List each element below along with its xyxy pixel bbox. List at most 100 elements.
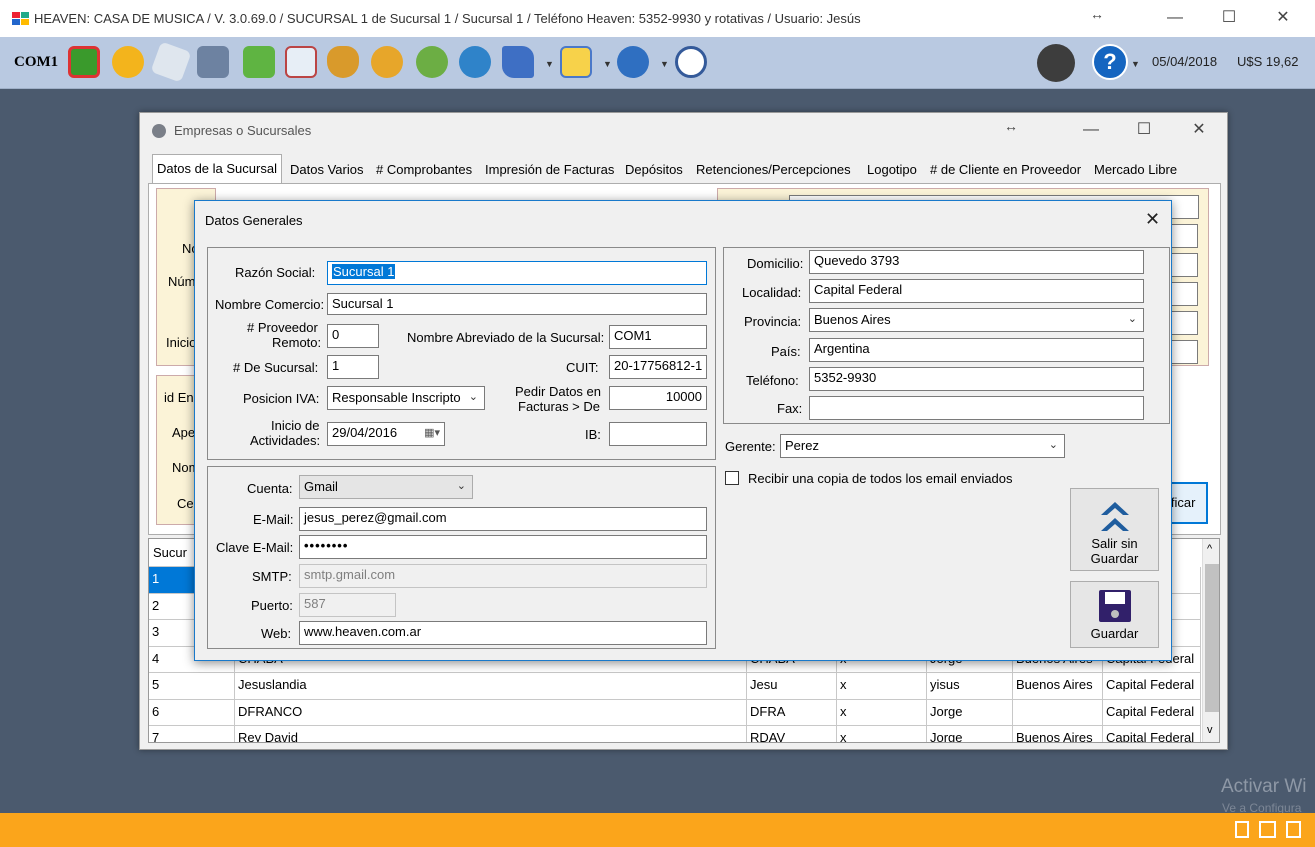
pedir-datos-input[interactable]: 10000 <box>609 386 707 410</box>
tab-depositos[interactable]: Depósitos <box>620 158 688 184</box>
vertical-scrollbar[interactable]: ^ v <box>1202 539 1219 742</box>
table-row[interactable]: 7 Rey David RDAV x Jorge Buenos Aires Capital … <box>149 726 1201 742</box>
chart-icon[interactable] <box>560 46 592 78</box>
inicio-actividades-datepicker[interactable]: 29/04/2016 ▦▾ <box>327 422 445 446</box>
minimize-button[interactable]: — <box>1160 8 1190 28</box>
calculator-icon[interactable] <box>197 46 229 78</box>
smtp-input[interactable]: smtp.gmail.com <box>299 564 707 588</box>
razon-social-input[interactable]: Sucursal 1 <box>327 261 707 285</box>
report-icon[interactable] <box>1235 821 1249 838</box>
scroll-down-icon[interactable]: v <box>1207 724 1213 736</box>
scroll-thumb[interactable] <box>1205 564 1219 712</box>
pais-input[interactable]: Argentina <box>809 338 1144 362</box>
tab-retenciones[interactable]: Retenciones/Percepciones <box>691 158 856 184</box>
copia-email-checkbox[interactable] <box>725 471 739 485</box>
dialog-title: Datos Generales <box>205 213 303 228</box>
gear-icon[interactable] <box>617 46 649 78</box>
scroll-up-icon[interactable]: ^ <box>1207 543 1212 555</box>
provincia-select[interactable]: Buenos Aires ⌄ <box>809 308 1144 332</box>
tab-datos-sucursal[interactable]: Datos de la Sucursal <box>152 154 282 184</box>
double-chevron-up-icon <box>1100 502 1129 531</box>
tab-cliente-proveedor[interactable]: # de Cliente en Proveedor <box>925 158 1086 184</box>
telefono-input[interactable]: 5352-9930 <box>809 367 1144 391</box>
inicio-actividades-label: Inicio de <box>271 418 320 433</box>
web-label: Web: <box>261 626 292 641</box>
tab-datos-varios[interactable]: Datos Varios <box>285 158 368 184</box>
resize-icon: ↔ <box>1090 6 1104 22</box>
table-cell-abbr: DFRA <box>747 699 837 725</box>
app-title: HEAVEN: CASA DE MUSICA / V. 3.0.69.0 / S… <box>34 11 861 26</box>
salir-sin-guardar-button[interactable]: Salir sin Guardar <box>1070 488 1159 571</box>
calendar-icon[interactable]: ▦▾ <box>424 426 440 439</box>
tab-mercado-libre[interactable]: Mercado Libre <box>1089 158 1182 184</box>
clock-icon[interactable] <box>675 46 707 78</box>
gift-icon[interactable] <box>68 46 100 78</box>
book-icon[interactable] <box>502 46 534 78</box>
group-icon[interactable] <box>416 46 448 78</box>
calendar-icon[interactable] <box>1259 821 1276 838</box>
chevron-down-icon[interactable]: ▼ <box>1131 59 1140 69</box>
exchange-rate: U$S 19,62 <box>1237 54 1299 69</box>
table-cell-loc: Capital Federal <box>1103 699 1201 725</box>
close-button[interactable]: ✕ <box>1268 8 1298 28</box>
maximize-button[interactable]: ☐ <box>1214 8 1244 28</box>
cuenta-select[interactable]: Gmail ⌄ <box>299 475 473 499</box>
clave-email-input[interactable]: •••••••• <box>299 535 707 559</box>
close-icon[interactable]: ✕ <box>1145 209 1160 230</box>
money-icon[interactable] <box>243 46 275 78</box>
num-sucursal-label: # De Sucursal: <box>233 360 319 375</box>
handshake-icon[interactable] <box>112 46 144 78</box>
nombre-abreviado-input[interactable]: COM1 <box>609 325 707 349</box>
gerente-select[interactable]: Perez ⌄ <box>780 434 1065 458</box>
table-cell-abbr: Jesu <box>747 673 837 699</box>
proveedor-remoto-label-2: Remoto: <box>272 335 322 350</box>
current-date: 05/04/2018 <box>1152 54 1218 69</box>
domicilio-input[interactable]: Quevedo 3793 <box>809 250 1144 274</box>
globe-icon[interactable] <box>459 46 491 78</box>
razon-social-value: Sucursal 1 <box>332 264 396 279</box>
chevron-down-icon[interactable]: ▼ <box>660 59 669 69</box>
users-icon[interactable] <box>371 46 403 78</box>
chevron-down-icon[interactable]: ▼ <box>545 59 554 69</box>
maximize-button[interactable]: ☐ <box>1129 120 1159 140</box>
localidad-input[interactable]: Capital Federal <box>809 279 1144 303</box>
provincia-value: Buenos Aires <box>814 312 891 327</box>
document-icon[interactable] <box>1286 821 1301 838</box>
web-input[interactable]: www.heaven.com.ar <box>299 621 707 645</box>
puerto-input[interactable]: 587 <box>299 593 396 617</box>
guardar-button[interactable]: Guardar <box>1070 581 1159 648</box>
notepad-icon[interactable] <box>150 41 192 83</box>
table-cell-prov: Buenos Aires <box>1013 726 1103 742</box>
guardar-label: Guardar <box>1090 626 1139 641</box>
table-cell-resp: Jorge <box>927 699 1013 725</box>
moneybag-icon[interactable] <box>327 46 359 78</box>
nombre-comercio-input[interactable]: Sucursal 1 <box>327 293 707 315</box>
email-input[interactable]: jesus_perez@gmail.com <box>299 507 707 531</box>
tab-impresion[interactable]: Impresión de Facturas <box>480 158 619 184</box>
puerto-label: Puerto: <box>251 598 293 613</box>
table-cell-x: x <box>837 673 927 699</box>
close-button[interactable]: ✕ <box>1184 120 1214 140</box>
tab-comprobantes[interactable]: # Comprobantes <box>371 158 477 184</box>
minimize-button[interactable]: — <box>1076 120 1106 140</box>
table-row[interactable]: 6 DFRANCO DFRA x Jorge Capital Federal <box>149 699 1201 726</box>
proveedor-remoto-input[interactable]: 0 <box>327 324 379 348</box>
pais-label: País: <box>771 344 801 359</box>
user-avatar-icon[interactable] <box>1037 44 1075 82</box>
bg-label: id En <box>164 390 194 405</box>
posicion-iva-select[interactable]: Responsable Inscripto ⌄ <box>327 386 485 410</box>
chevron-down-icon: ⌄ <box>468 391 478 403</box>
tab-logotipo[interactable]: Logotipo <box>862 158 922 184</box>
table-cell-resp: yisus <box>927 673 1013 699</box>
num-sucursal-input[interactable]: 1 <box>327 355 379 379</box>
smtp-label: SMTP: <box>252 569 292 584</box>
table-row[interactable]: 5 Jesuslandia Jesu x yisus Buenos Aires Capita… <box>149 673 1201 700</box>
cuit-input[interactable]: 20-17756812-1 <box>609 355 707 379</box>
help-icon[interactable]: ? <box>1092 44 1128 80</box>
chevron-down-icon[interactable]: ▼ <box>603 59 612 69</box>
ambulance-icon[interactable] <box>285 46 317 78</box>
ib-input[interactable] <box>609 422 707 446</box>
table-cell-prov: Buenos Aires <box>1013 673 1103 699</box>
fax-input[interactable] <box>809 396 1144 420</box>
copia-email-label[interactable]: Recibir una copia de todos los email env… <box>748 471 1013 486</box>
